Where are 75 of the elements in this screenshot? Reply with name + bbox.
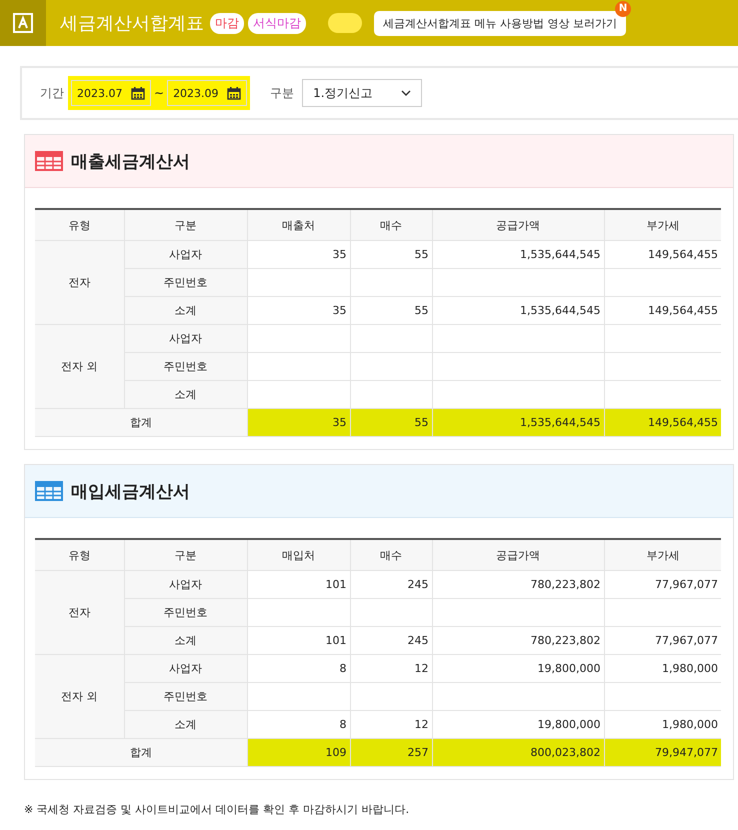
category-cell: 소계 (124, 626, 247, 654)
table-cell: 55 (350, 240, 432, 268)
table-cell: 245 (350, 626, 432, 654)
notice-text: ※ 국세청 자료검증 및 사이트비교에서 데이터를 확인 후 마감하시기 바랍니다. (24, 802, 410, 817)
calendar-icon[interactable] (227, 86, 242, 100)
category-cell: 주민번호 (124, 352, 247, 380)
total-cell: 149,564,455 (604, 408, 721, 436)
end-date-field[interactable]: 2023.09 (167, 80, 248, 106)
category-cell: 사업자 (124, 570, 247, 598)
total-cell: 1,535,644,545 (432, 408, 604, 436)
table-cell: 1,535,644,545 (432, 240, 604, 268)
group-cell: 전자 (35, 570, 124, 654)
video-guide-tooltip[interactable]: 세금계산서합계표 메뉴 사용방법 영상 보러가기 (374, 10, 626, 36)
table-cell: 101 (247, 626, 350, 654)
table-cell: 55 (350, 296, 432, 324)
total-cell: 35 (247, 408, 350, 436)
table-cell: 101 (247, 570, 350, 598)
group-cell: 전자 (35, 240, 124, 324)
category-cell: 주민번호 (124, 268, 247, 296)
status-badge: 마감 (210, 12, 244, 34)
column-header: 매수 (350, 539, 432, 570)
total-label-cell: 합계 (35, 738, 247, 766)
calendar-icon[interactable] (131, 86, 145, 100)
table-cell: 77,967,077 (604, 570, 721, 598)
total-label-cell: 합계 (35, 408, 247, 436)
table-cell: 780,223,802 (432, 570, 604, 598)
page-title: 세금계산서합계표 (60, 12, 204, 35)
group-cell: 전자 외 (35, 654, 124, 738)
section-title: 매출세금계산서 (71, 150, 190, 172)
total-cell: 55 (350, 408, 432, 436)
table-cell: 149,564,455 (604, 240, 721, 268)
table-cell: 245 (350, 570, 432, 598)
new-badge: N (615, 0, 631, 16)
section-title: 매입세금계산서 (71, 480, 190, 502)
category-cell: 소계 (124, 380, 247, 408)
column-header: 유형 (35, 209, 124, 240)
category-cell: 주민번호 (124, 682, 247, 710)
column-header: 부가세 (604, 209, 721, 240)
toggle-switch[interactable] (328, 13, 362, 33)
table-cell: 1,535,644,545 (432, 296, 604, 324)
column-header: 구분 (124, 539, 247, 570)
table-icon (35, 481, 63, 501)
total-cell: 109 (247, 738, 350, 766)
range-separator: ~ (154, 86, 164, 100)
start-date-field[interactable]: 2023.07 (71, 80, 151, 106)
table-cell: 780,223,802 (432, 626, 604, 654)
category-cell: 사업자 (124, 240, 247, 268)
period-label: 기간 (40, 84, 64, 102)
column-header: 유형 (35, 539, 124, 570)
column-header: 매수 (350, 209, 432, 240)
type-dropdown[interactable]: 1.정기신고 (302, 79, 422, 107)
table-cell: 12 (350, 654, 432, 682)
category-cell: 소계 (124, 296, 247, 324)
column-header: 매입처 (247, 539, 350, 570)
column-header: 공급가액 (432, 539, 604, 570)
table-cell: 19,800,000 (432, 654, 604, 682)
table-cell: 35 (247, 240, 350, 268)
category-cell: 소계 (124, 710, 247, 738)
table-cell: 8 (247, 654, 350, 682)
column-header: 매출처 (247, 209, 350, 240)
column-header: 공급가액 (432, 209, 604, 240)
table-icon (35, 151, 63, 171)
category-cell: 주민번호 (124, 598, 247, 626)
column-header: 구분 (124, 209, 247, 240)
total-cell: 79,947,077 (604, 738, 721, 766)
group-cell: 전자 외 (35, 324, 124, 408)
table-cell: 35 (247, 296, 350, 324)
category-cell: 사업자 (124, 654, 247, 682)
total-cell: 257 (350, 738, 432, 766)
category-cell: 사업자 (124, 324, 247, 352)
chevron-down-icon (401, 90, 412, 96)
type-label: 구분 (270, 84, 294, 102)
column-header: 부가세 (604, 539, 721, 570)
total-cell: 800,023,802 (432, 738, 604, 766)
status-badge: 서식마감 (248, 12, 306, 34)
